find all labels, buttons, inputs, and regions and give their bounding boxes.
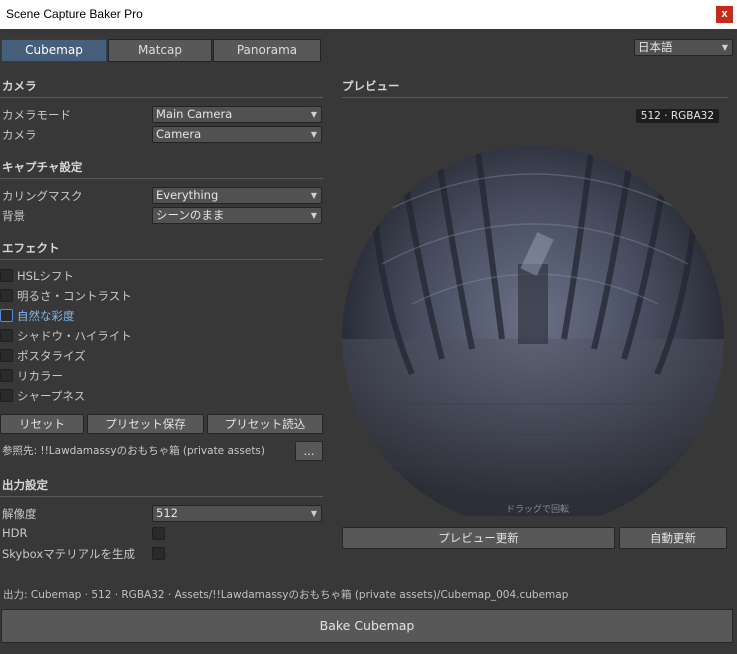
effect-label: 明るさ・コントラスト [17, 289, 132, 303]
preview-section-title: プレビュー [342, 79, 400, 93]
drag-hint: ドラッグで回転 [506, 505, 570, 515]
mode-tabs: Cubemap Matcap Panorama [1, 39, 322, 62]
auto-update-button[interactable]: 自動更新 [619, 527, 727, 549]
preview-viewport[interactable]: 512 · RGBA32 [342, 104, 728, 528]
background-value: シーンのまま [156, 208, 225, 222]
tab-cubemap[interactable]: Cubemap [1, 39, 107, 62]
browse-button[interactable]: ... [295, 441, 323, 461]
chevron-down-icon: ▼ [721, 43, 728, 52]
chevron-down-icon: ▼ [310, 110, 317, 119]
close-icon[interactable]: x [716, 6, 733, 23]
camera-select[interactable]: Camera ▼ [152, 126, 322, 143]
output-path-status: 出力: Cubemap · 512 · RGBA32 · Assets/!!La… [3, 589, 569, 601]
checkbox[interactable] [0, 269, 13, 282]
camera-mode-label: カメラモード [2, 108, 71, 122]
divider [0, 259, 323, 260]
effect-label: リカラー [17, 369, 63, 383]
effects-section-title: エフェクト [2, 241, 60, 255]
checkbox[interactable] [0, 309, 13, 322]
language-select[interactable]: 日本語 ▼ [634, 39, 733, 56]
divider [0, 178, 323, 179]
save-preset-button[interactable]: プリセット保存 [87, 414, 204, 434]
tab-matcap[interactable]: Matcap [108, 39, 212, 62]
camera-value: Camera [156, 127, 202, 141]
camera-section-title: カメラ [2, 79, 37, 93]
reference-path: 参照先: !!Lawdamassyのおもちゃ箱 (private assets) [2, 445, 265, 457]
title-bar: Scene Capture Baker Pro x [0, 0, 737, 29]
divider [342, 97, 728, 98]
output-section-title: 出力設定 [2, 478, 48, 492]
window-title: Scene Capture Baker Pro [6, 7, 143, 21]
camera-label: カメラ [2, 128, 37, 142]
effect-label: ポスタライズ [17, 349, 86, 363]
culling-mask-select[interactable]: Everything ▼ [152, 187, 322, 204]
chevron-down-icon: ▼ [310, 191, 317, 200]
checkbox[interactable] [0, 329, 13, 342]
resolution-select[interactable]: 512 ▼ [152, 505, 322, 522]
effect-label: シャドウ・ハイライト [17, 329, 132, 343]
format-badge: 512 · RGBA32 [635, 109, 719, 123]
background-select[interactable]: シーンのまま ▼ [152, 207, 322, 224]
effect-label: 自然な彩度 [17, 309, 75, 323]
reset-button[interactable]: リセット [0, 414, 84, 434]
effect-label: シャープネス [17, 389, 86, 403]
culling-mask-value: Everything [156, 188, 219, 202]
effect-label: HSLシフト [17, 269, 74, 283]
chevron-down-icon: ▼ [310, 211, 317, 220]
checkbox[interactable] [0, 389, 13, 402]
language-value: 日本語 [638, 40, 673, 54]
skybox-checkbox[interactable] [152, 547, 165, 560]
checkbox[interactable] [0, 289, 13, 302]
background-label: 背景 [2, 209, 25, 223]
camera-mode-select[interactable]: Main Camera ▼ [152, 106, 322, 123]
chevron-down-icon: ▼ [310, 130, 317, 139]
divider [0, 496, 323, 497]
capture-section-title: キャプチャ設定 [2, 160, 83, 174]
camera-mode-value: Main Camera [156, 107, 233, 121]
tab-panorama[interactable]: Panorama [213, 39, 321, 62]
chevron-down-icon: ▼ [310, 509, 317, 518]
resolution-label: 解像度 [2, 507, 37, 521]
preview-sphere[interactable] [342, 104, 728, 528]
hdr-label: HDR [2, 526, 28, 540]
culling-mask-label: カリングマスク [2, 189, 83, 203]
skybox-label: Skyboxマテリアルを生成 [2, 547, 136, 561]
divider [0, 97, 323, 98]
hdr-checkbox[interactable] [152, 527, 165, 540]
checkbox[interactable] [0, 369, 13, 382]
checkbox[interactable] [0, 349, 13, 362]
resolution-value: 512 [156, 506, 178, 520]
load-preset-button[interactable]: プリセット読込 [207, 414, 323, 434]
refresh-preview-button[interactable]: プレビュー更新 [342, 527, 615, 549]
bake-cubemap-button[interactable]: Bake Cubemap [1, 609, 733, 643]
